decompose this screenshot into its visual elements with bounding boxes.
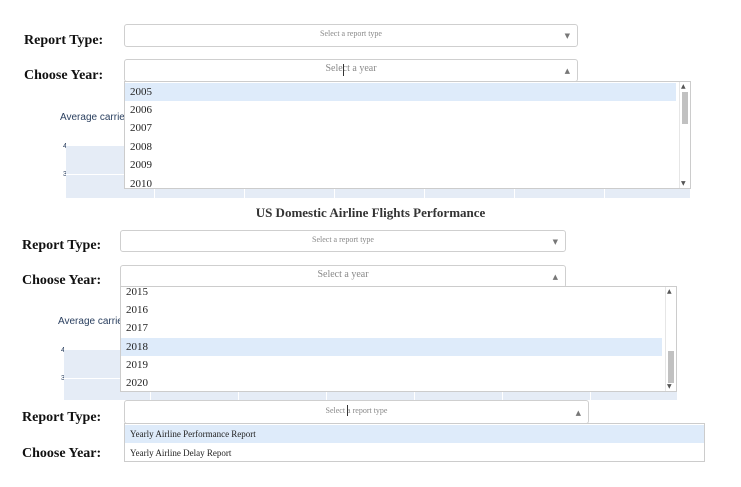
report-type-placeholder: Select a report type [325,406,388,415]
report-type-label: Report Type: [24,33,104,48]
report-type-label: Report Type: [22,238,102,253]
chart-title-fragment: Average carrie [60,112,125,123]
text-cursor [347,405,348,416]
year-option[interactable]: 2009 [125,156,676,174]
report-option[interactable]: Yearly Airline Delay Report [125,444,704,461]
dropdown-scrollbar[interactable]: ▲ ▼ [679,82,690,188]
report-type-label: Report Type: [22,410,102,425]
year-option[interactable]: 2007 [125,119,676,137]
chevron-up-icon[interactable]: ▲ [576,409,581,417]
chevron-up-icon[interactable]: ▲ [565,67,570,75]
year-option[interactable]: 2008 [125,138,676,156]
year-dropdown-menu: 2005 2006 2007 2008 2009 2010 ▲ ▼ [124,81,691,189]
report-type-dropdown-menu: Yearly Airline Performance Report Yearly… [124,423,705,462]
year-placeholder: Select a year [317,269,369,280]
year-option[interactable]: 2015 [121,287,662,301]
year-option[interactable]: 2016 [121,301,662,319]
report-type-select[interactable]: Select a report type ▼ [124,24,578,47]
chart-title-fragment: Average carrie [58,316,123,327]
year-placeholder: Select a year [325,63,377,74]
year-option[interactable]: 2005 [125,83,676,101]
chevron-down-icon[interactable]: ▼ [553,238,558,246]
year-select[interactable]: Select a year ▲ [124,59,578,82]
year-option[interactable]: 2019 [121,356,662,374]
year-dropdown-menu: 2015 2016 2017 2018 2019 2020 ▲ ▼ [120,286,677,392]
report-type-select[interactable]: Select a report type ▼ [120,230,566,252]
choose-year-label: Choose Year: [24,68,104,83]
year-option[interactable]: 2020 [121,374,662,391]
year-option[interactable]: 2006 [125,101,676,119]
text-cursor [343,64,344,76]
year-option[interactable]: 2018 [121,338,662,356]
chevron-up-icon[interactable]: ▲ [553,273,558,281]
choose-year-label: Choose Year: [22,446,102,461]
report-type-placeholder: Select a report type [312,235,374,244]
year-option[interactable]: 2017 [121,319,662,337]
report-type-select[interactable]: Select a report type ▲ [124,400,589,424]
choose-year-label: Choose Year: [22,273,102,288]
chevron-down-icon[interactable]: ▼ [565,32,570,40]
year-option[interactable]: 2010 [125,175,676,188]
report-option[interactable]: Yearly Airline Performance Report [125,425,704,443]
year-select[interactable]: Select a year ▲ [120,265,566,288]
page-title: US Domestic Airline Flights Performance [255,205,486,220]
dropdown-scrollbar[interactable]: ▲ ▼ [665,287,676,391]
report-type-placeholder: Select a report type [320,29,382,38]
